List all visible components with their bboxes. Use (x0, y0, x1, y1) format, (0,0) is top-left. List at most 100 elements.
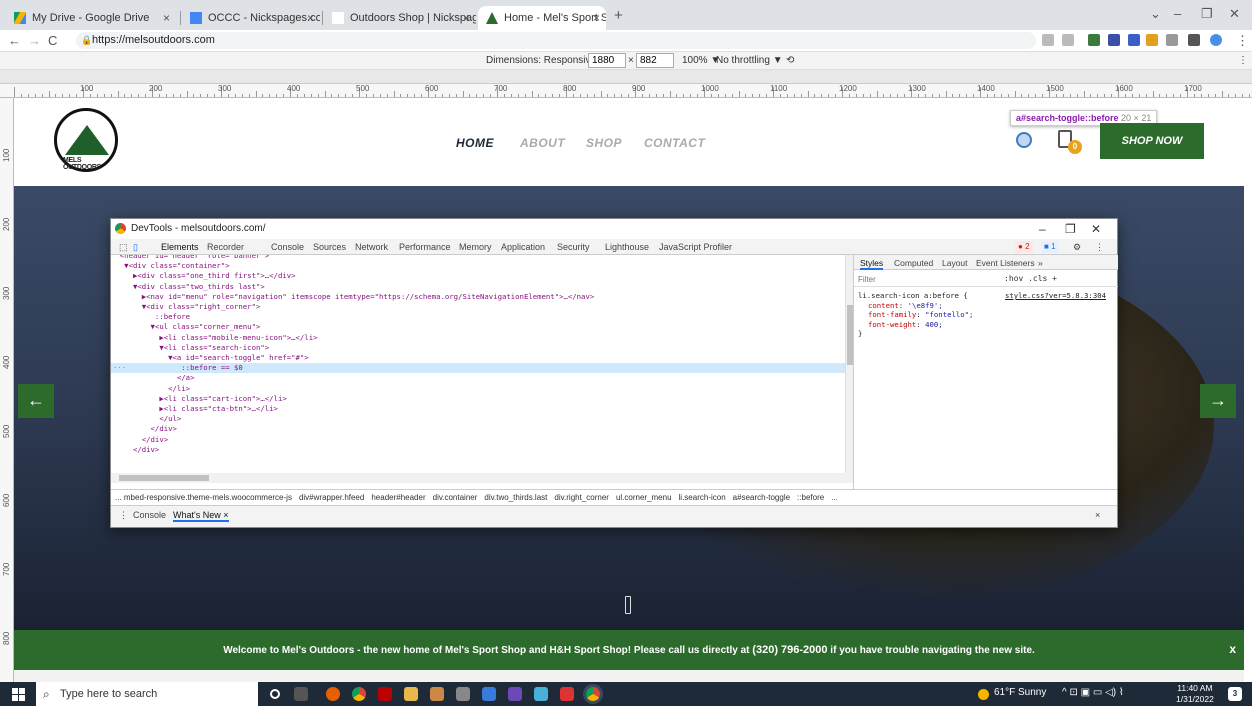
tab-memory[interactable]: Memory (459, 242, 492, 252)
new-tab-button[interactable]: + (614, 7, 623, 24)
extension-icon[interactable] (1108, 34, 1120, 46)
taskbar-search[interactable]: ⌕ Type here to search (36, 682, 258, 706)
drawer-tab-console[interactable]: Console (133, 510, 166, 520)
dom-node[interactable]: ▶<li class="mobile-menu-icon">…</li> (111, 333, 845, 343)
tab-network[interactable]: Network (355, 242, 388, 252)
device-menu-icon[interactable]: ⋮ (1238, 55, 1248, 66)
share-icon[interactable] (1042, 34, 1054, 46)
tab-close-icon[interactable]: × (163, 11, 170, 25)
dom-node[interactable]: ▼<ul class="corner_menu"> (111, 322, 845, 332)
extension-icon[interactable] (1166, 34, 1178, 46)
dom-node[interactable]: ▶<li class="cart-icon">…</li> (111, 394, 845, 404)
breadcrumb-item[interactable]: ... mbed-responsive.theme-mels.woocommer… (115, 493, 292, 502)
dom-node[interactable]: ▼<div class="container"> (111, 261, 845, 271)
dom-node[interactable]: </ul> (111, 414, 845, 424)
styles-toolbar-buttons[interactable]: :hov .cls + (1004, 274, 1057, 283)
tab-google-drive[interactable]: My Drive - Google Drive × (6, 6, 176, 30)
profile-avatar[interactable] (1210, 34, 1222, 46)
gutter-dots[interactable]: ··· (113, 363, 126, 373)
windows-start-icon[interactable] (12, 688, 25, 701)
filezilla-icon[interactable] (378, 687, 392, 701)
file-explorer-icon[interactable] (404, 687, 418, 701)
tab-elements[interactable]: Elements (161, 242, 199, 252)
firefox-icon[interactable] (326, 687, 340, 701)
dom-node[interactable]: ▶<nav id="menu" role="navigation" itemsc… (111, 292, 845, 302)
devtools-restore-button[interactable]: ❐ (1065, 219, 1076, 239)
device-toggle-icon[interactable]: ▯ (133, 242, 138, 253)
tab-security[interactable]: Security (557, 242, 590, 252)
acrobat-icon[interactable] (560, 687, 574, 701)
dom-node[interactable]: </li> (111, 384, 845, 394)
tab-occc[interactable]: OCCC - Nickspages.com, Inc. - G × (182, 6, 320, 30)
tab-computed[interactable]: Computed (894, 258, 933, 268)
tab-lighthouse[interactable]: Lighthouse (605, 242, 649, 252)
tab-close-icon[interactable]: × (593, 11, 600, 25)
devtools-menu-icon[interactable]: ⋮ (1095, 242, 1104, 253)
breadcrumb-item[interactable]: a#search-toggle (733, 493, 790, 502)
rule-source-link[interactable]: style.css?ver=5.8.3:304 (1005, 291, 1106, 301)
styles-filter-input[interactable] (858, 273, 978, 285)
mels-outdoors-logo[interactable]: MELS OUTDOORS (54, 108, 118, 172)
app-icon[interactable] (508, 687, 522, 701)
breadcrumb-item[interactable]: div.container (433, 493, 478, 502)
chrome-menu-icon[interactable]: ⋮ (1236, 33, 1249, 49)
devtools-close-button[interactable]: ✕ (1091, 219, 1101, 239)
nav-shop[interactable]: SHOP (586, 136, 622, 150)
tab-outdoors-shop[interactable]: Outdoors Shop | Nickspages.com × (324, 6, 476, 30)
nav-home[interactable]: HOME (456, 136, 494, 150)
tab-sources[interactable]: Sources (313, 242, 346, 252)
breadcrumb-item[interactable]: li.search-icon (679, 493, 726, 502)
tab-styles[interactable]: Styles (860, 258, 884, 270)
nav-contact[interactable]: CONTACT (644, 136, 705, 150)
dom-node[interactable]: </a> (111, 373, 845, 383)
slider-next-button[interactable]: → (1200, 384, 1236, 418)
dom-node[interactable]: </div> (111, 445, 845, 455)
rotate-icon[interactable]: ⟲ (786, 55, 794, 66)
extension-icon[interactable] (1128, 34, 1140, 46)
drawer-menu-icon[interactable]: ⋮ (119, 510, 128, 521)
height-input[interactable] (636, 53, 674, 68)
message-count-badge[interactable]: ■ 1 (1041, 241, 1059, 253)
notification-icon[interactable]: 3 (1228, 687, 1242, 701)
chrome-active-icon[interactable] (586, 687, 600, 701)
tab-layout[interactable]: Layout (942, 258, 968, 268)
breadcrumb-item[interactable]: div#wrapper.hfeed (299, 493, 364, 502)
reload-button[interactable]: C (48, 33, 57, 48)
dom-node[interactable]: </div> (111, 424, 845, 434)
dom-node[interactable]: ▼<div class="two_thirds last"> (111, 282, 845, 292)
tab-event-listeners[interactable]: Event Listeners (976, 258, 1035, 268)
inspect-element-icon[interactable]: ⬚ (119, 242, 128, 253)
rule-prop[interactable]: font-weight: 400; (858, 320, 1106, 330)
dom-node[interactable]: </div> (111, 435, 845, 445)
cortana-icon[interactable] (270, 689, 280, 699)
shop-now-button[interactable]: SHOP NOW (1100, 123, 1204, 159)
settings-gear-icon[interactable]: ⚙ (1073, 242, 1081, 253)
breadcrumb-item[interactable]: header#header (371, 493, 425, 502)
banner-close-button[interactable]: x (1229, 642, 1236, 656)
banner-phone[interactable]: (320) 796-2000 (752, 644, 827, 656)
drawer-close-button[interactable]: × (1095, 510, 1100, 520)
extension-icon[interactable] (1088, 34, 1100, 46)
tab-close-icon[interactable]: × (307, 11, 314, 25)
tab-mels-sport-shop[interactable]: Home - Mel's Sport Shop × (478, 6, 606, 30)
nav-about[interactable]: ABOUT (520, 136, 565, 150)
tab-application[interactable]: Application (501, 242, 545, 252)
breadcrumb-item[interactable]: ::before (797, 493, 824, 502)
dom-node[interactable]: ▶<div class="one_third first">…</div> (111, 271, 845, 281)
dom-node[interactable]: ▶<li class="cta-btn">…</li> (111, 404, 845, 414)
tab-console[interactable]: Console (271, 242, 304, 252)
back-button[interactable]: ← (8, 33, 21, 48)
tab-performance[interactable]: Performance (399, 242, 451, 252)
breadcrumb-item[interactable]: ul.corner_menu (616, 493, 672, 502)
minimize-button[interactable]: – (1174, 6, 1181, 21)
sublime-icon[interactable] (430, 687, 444, 701)
taskbar-clock[interactable]: 11:40 AM 1/31/2022 (1176, 683, 1214, 705)
task-view-icon[interactable] (294, 687, 308, 701)
url-bar[interactable]: 🔒 https://melsoutdoors.com (76, 32, 1036, 49)
devtools-minimize-button[interactable]: – (1039, 219, 1046, 239)
extension-icon[interactable] (1146, 34, 1158, 46)
tab-recorder[interactable]: Recorder (207, 242, 244, 252)
rule-prop[interactable]: content: '\e8f9'; (858, 301, 1106, 311)
slider-prev-button[interactable]: ← (18, 384, 54, 418)
tab-search-icon[interactable]: ⌄ (1150, 6, 1161, 22)
